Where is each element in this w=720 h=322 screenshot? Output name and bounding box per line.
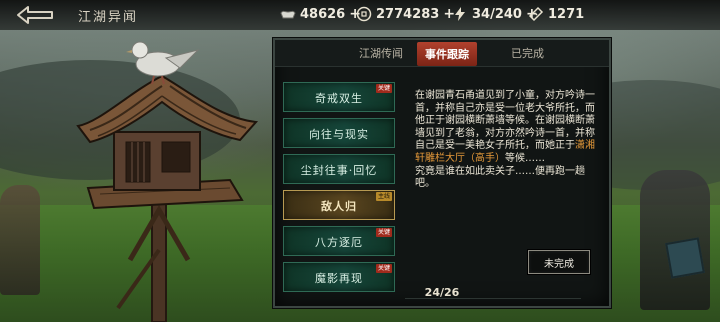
tab-completed[interactable]: 已完成 <box>511 45 544 61</box>
silver-amount: 48626 <box>300 6 346 22</box>
quest-tag: 关键 <box>375 84 392 93</box>
coin-amount: 2774283 <box>376 6 440 22</box>
quest-item[interactable]: 向往与现实 <box>283 118 395 148</box>
quest-tag: 关键 <box>375 264 392 273</box>
tab-rumors[interactable]: 江湖传闻 <box>359 45 403 61</box>
back-arrow-icon <box>17 6 53 24</box>
quest-tag: 主线 <box>375 192 392 201</box>
top-bar: 江湖异闻 48626 + 2774283 + 34/240 + 1271 <box>0 0 720 30</box>
panel-tab-bar: 江湖传闻 事件跟踪 已完成 <box>275 40 609 67</box>
quest-item[interactable]: 尘封往事·回忆 <box>283 154 395 184</box>
quest-item[interactable]: 八方逐厄 关键 <box>283 226 395 256</box>
energy-counter: 34/240 + <box>452 6 538 22</box>
quest-item[interactable]: 奇戒双生 关键 <box>283 82 395 112</box>
silver-ingot-icon <box>280 10 296 19</box>
page-indicator: 24/26 <box>424 286 460 299</box>
tab-event-tracking[interactable]: 事件跟踪 <box>417 42 477 66</box>
background-figure-right <box>640 170 710 310</box>
event-panel: 江湖传闻 事件跟踪 已完成 奇戒双生 关键 向往与现实 尘封往事·回忆 敌人归 … <box>273 38 611 308</box>
energy-bolt-icon <box>455 7 465 21</box>
coin-icon <box>356 6 372 22</box>
energy-amount: 34/240 <box>472 6 522 22</box>
ticket-icon <box>528 6 544 22</box>
ticket-amount: 1271 <box>548 6 585 22</box>
quest-label: 尘封往事·回忆 <box>300 164 378 177</box>
silver-counter: 48626 + <box>280 6 361 22</box>
quest-label: 向往与现实 <box>309 128 369 141</box>
description-text: 究竟是谁在如此卖关子……便再跑一趟吧。 <box>415 165 585 190</box>
coin-counter: 2774283 + <box>356 6 455 22</box>
background-figure-left <box>0 185 40 295</box>
quest-item-selected[interactable]: 敌人归 主线 <box>283 190 395 220</box>
description-text: 等候…… <box>505 152 545 164</box>
quest-tag: 关键 <box>375 228 392 237</box>
status-unfinished-button[interactable]: 未完成 <box>528 250 590 274</box>
page-title: 江湖异闻 <box>78 10 139 25</box>
ticket-counter: 1271 <box>528 6 584 22</box>
status-button-label: 未完成 <box>544 259 574 270</box>
back-button[interactable] <box>14 5 56 25</box>
quest-description: 在谢园青石甬道见到了小童，对方吟诗一首，并称自己亦是受一位老大爷所托，而他正于谢… <box>415 90 601 191</box>
background-screen <box>665 237 705 279</box>
description-text: 在谢园青石甬道见到了小童，对方吟诗一首，并称自己亦是受一位老大爷所托，而他正于谢… <box>415 90 595 152</box>
pigeon-coop-illustration <box>76 41 259 322</box>
quest-list: 奇戒双生 关键 向往与现实 尘封往事·回忆 敌人归 主线 八方逐厄 关键 魔影再… <box>283 82 395 298</box>
